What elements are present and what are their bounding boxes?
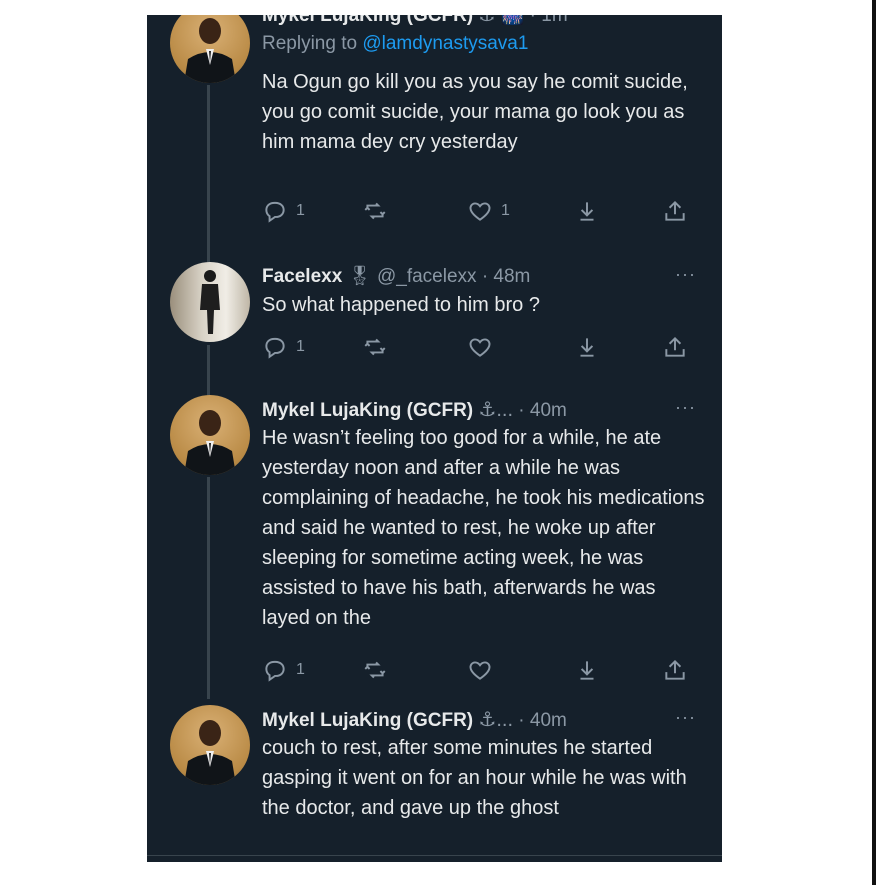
replying-to: Replying to @lamdynastysava1: [262, 33, 528, 55]
panel-bottom-border: [147, 855, 722, 862]
retweet-button[interactable]: [362, 334, 388, 360]
download-icon: [580, 202, 594, 221]
like-button[interactable]: 1: [467, 198, 510, 224]
reply-icon: [265, 201, 285, 223]
tweet-actions: 1: [262, 657, 702, 685]
retweet-icon: [364, 338, 386, 356]
reply-button[interactable]: 1: [262, 198, 305, 224]
display-name[interactable]: Mykel LujaKing (GCFR): [262, 710, 473, 731]
name-suffix: ⚓ 🎆 · 1m: [478, 15, 568, 26]
share-icon: [665, 336, 685, 357]
more-options-button[interactable]: ···: [675, 15, 696, 24]
share-button[interactable]: [662, 334, 688, 360]
display-name[interactable]: Facelexx: [262, 266, 342, 287]
tweet-header: Mykel LujaKing (GCFR) ⚓ 🎆 · 1m: [262, 15, 568, 27]
page-edge-bar: [872, 0, 876, 885]
like-icon: [469, 202, 491, 221]
tweet-header: Mykel LujaKing (GCFR) ⚓... · 40m: [262, 397, 567, 422]
reply-count: 1: [296, 338, 305, 355]
share-button[interactable]: [662, 657, 688, 683]
download-button[interactable]: [574, 198, 600, 224]
retweet-button[interactable]: [362, 657, 388, 683]
like-count: 1: [501, 202, 510, 219]
share-icon: [665, 200, 685, 221]
reply-count: 1: [296, 661, 305, 678]
more-options-button[interactable]: ···: [675, 707, 696, 728]
display-name[interactable]: Mykel LujaKing (GCFR): [262, 400, 473, 421]
tweet-header: Facelexx 🎖 @_facelexx · 48m: [262, 264, 530, 288]
tweet-text: couch to rest, after some minutes he sta…: [262, 737, 687, 819]
reply-button[interactable]: 1: [262, 334, 305, 360]
share-icon: [665, 659, 685, 680]
reply-button[interactable]: 1: [262, 657, 305, 683]
replying-to-handle[interactable]: @lamdynastysava1: [362, 33, 528, 54]
tweet-thread-panel: Mykel LujaKing (GCFR) ⚓ 🎆 · 1m ··· Reply…: [147, 15, 722, 861]
like-icon: [469, 338, 491, 357]
download-icon: [580, 338, 594, 357]
share-button[interactable]: [662, 198, 688, 224]
tweet-text: So what happened to him bro ?: [262, 294, 540, 316]
more-options-button[interactable]: ···: [675, 264, 696, 285]
avatar[interactable]: [170, 262, 250, 342]
avatar[interactable]: [170, 705, 250, 785]
reply-icon: [265, 337, 285, 359]
like-button[interactable]: [467, 334, 493, 360]
anchor-badge: ⚓...: [478, 399, 514, 421]
like-button[interactable]: [467, 657, 493, 683]
download-icon: [580, 661, 594, 680]
retweet-icon: [364, 202, 386, 220]
more-options-button[interactable]: ···: [675, 397, 696, 418]
retweet-button[interactable]: [362, 198, 388, 224]
replying-to-label: Replying to: [262, 33, 358, 54]
tweet-text: He wasn’t feeling too good for a while, …: [262, 427, 705, 629]
tweet-header: Mykel LujaKing (GCFR) ⚓... · 40m: [262, 707, 567, 732]
download-button[interactable]: [574, 334, 600, 360]
retweet-icon: [364, 661, 386, 679]
download-button[interactable]: [574, 657, 600, 683]
avatar[interactable]: [170, 15, 250, 83]
reply-count: 1: [296, 202, 305, 219]
tweet-time: · 40m: [513, 710, 567, 731]
reply-icon: [265, 660, 285, 682]
thread-line: [207, 85, 210, 265]
medal-badge: 🎖: [347, 266, 372, 287]
tweet-text: Na Ogun go kill you as you say he comit …: [262, 71, 688, 153]
avatar[interactable]: [170, 395, 250, 475]
anchor-badge: ⚓...: [478, 709, 514, 731]
tweet-actions: 1: [262, 334, 702, 362]
handle-time: @_facelexx · 48m: [376, 266, 531, 287]
tweet-time: · 40m: [513, 400, 567, 421]
tweet-actions: 1 1: [262, 198, 702, 226]
like-icon: [469, 661, 491, 680]
thread-line: [207, 477, 210, 699]
display-name[interactable]: Mykel LujaKing (GCFR): [262, 15, 473, 26]
